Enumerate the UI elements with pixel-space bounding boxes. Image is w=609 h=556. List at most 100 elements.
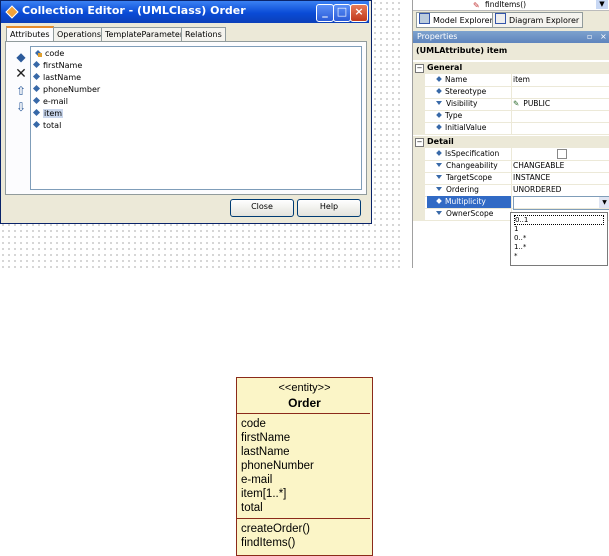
tab-model-explorer[interactable]: Model Explorer [416, 12, 497, 28]
explorer-tree-tail: ✎ findItems() ▼ [413, 0, 609, 11]
property-name: Multiplicity [445, 197, 486, 206]
list-item[interactable]: total [32, 120, 62, 132]
dialog-titlebar[interactable]: Collection Editor - (UMLClass) Order _ □… [1, 1, 369, 23]
delete-icon[interactable]: ✕ [12, 66, 30, 82]
help-button[interactable]: Help [297, 199, 361, 217]
dropdown-option[interactable]: 0..* [514, 234, 526, 242]
dropdown-arrow-icon [436, 101, 442, 105]
tab-diagram-explorer[interactable]: Diagram Explorer [492, 12, 584, 28]
dropdown-option[interactable]: 1..* [514, 243, 526, 251]
dropdown-arrow-icon [436, 175, 442, 179]
list-item[interactable]: firstName [32, 60, 82, 72]
dropdown-option[interactable]: 0..1 [514, 215, 604, 225]
list-item-selected[interactable]: item [32, 108, 64, 120]
property-row[interactable]: InitialValue [413, 122, 609, 135]
collapse-icon[interactable]: − [415, 64, 424, 73]
dropdown-option[interactable]: 1 [514, 225, 518, 233]
properties-header: Properties ▫ × [413, 31, 609, 43]
attribute-label: item [43, 109, 64, 118]
compartment-divider [237, 518, 370, 519]
list-item[interactable]: lastName [32, 72, 82, 84]
attribute-icon [32, 84, 41, 93]
compartment-divider [237, 413, 370, 414]
uml-class-box[interactable]: <<entity>> Order code firstName lastName… [236, 377, 373, 556]
app-icon [5, 5, 19, 19]
property-value[interactable] [513, 110, 609, 122]
move-up-icon[interactable]: ⇧ [12, 84, 30, 98]
property-icon [436, 198, 442, 204]
category-label: General [427, 63, 463, 72]
class-attribute: lastName [241, 446, 290, 458]
dropdown-arrow-icon [436, 163, 442, 167]
property-value[interactable] [513, 122, 609, 134]
property-name: Name [445, 75, 468, 84]
property-name: Changeability [446, 161, 498, 170]
property-name: InitialValue [445, 123, 487, 132]
move-down-icon[interactable]: ⇩ [12, 100, 30, 114]
attribute-label: lastName [43, 73, 82, 82]
property-value[interactable]: INSTANCE [513, 172, 609, 184]
dropdown-option[interactable]: * [514, 252, 518, 260]
property-value[interactable]: CHANGEABLE [513, 160, 609, 172]
dropdown-arrow-icon [436, 187, 442, 191]
attribute-label: e-mail [43, 97, 68, 106]
list-item[interactable]: phoneNumber [32, 84, 100, 96]
class-attribute: item[1..*] [241, 488, 287, 500]
property-icon [436, 76, 442, 82]
add-icon[interactable]: ◆ [12, 50, 30, 64]
category-label: Detail [427, 137, 454, 146]
tab-operations[interactable]: Operations [53, 27, 105, 42]
class-operation: createOrder() [241, 523, 311, 535]
object-title: (UMLAttribute) item [413, 44, 609, 58]
property-value[interactable]: item [513, 74, 609, 86]
attribute-icon [32, 120, 41, 129]
visibility-icon: ✎ [513, 99, 520, 108]
chevron-down-icon[interactable]: ▼ [599, 197, 609, 208]
class-attribute: firstName [241, 432, 291, 444]
attribute-label: code [45, 49, 65, 58]
category-general[interactable]: − General [413, 62, 609, 74]
maximize-button[interactable]: □ [333, 4, 351, 22]
tab-template-parameters[interactable]: TemplateParameters [101, 27, 192, 42]
pin-icon[interactable]: ▫ [587, 31, 592, 43]
property-name: IsSpecification [445, 149, 500, 158]
class-name: Order [288, 396, 321, 410]
properties-title: Properties [417, 32, 458, 41]
class-attribute: total [241, 502, 263, 514]
class-operation: findItems() [241, 537, 296, 549]
close-window-button[interactable]: × [350, 4, 368, 22]
minimize-icon: _ [322, 5, 328, 18]
tab-relations[interactable]: Relations [181, 27, 226, 42]
property-name: TargetScope [446, 173, 493, 182]
attribute-icon [32, 96, 41, 105]
diagram-explorer-icon [495, 13, 506, 24]
property-name: Type [445, 111, 463, 120]
attribute-icon [32, 108, 41, 117]
property-value[interactable] [513, 148, 609, 160]
property-value[interactable]: UNORDERED [513, 184, 609, 196]
property-value[interactable] [513, 86, 609, 98]
close-pane-icon[interactable]: × [600, 31, 607, 43]
list-item[interactable]: code [34, 48, 64, 60]
property-value[interactable]: ✎ PUBLIC [513, 98, 609, 110]
collapse-icon[interactable]: − [415, 138, 424, 147]
attribute-icon [32, 72, 41, 81]
property-icon [436, 112, 442, 118]
is-specification-checkbox[interactable] [557, 149, 567, 159]
property-icon [436, 150, 442, 156]
scroll-down-icon[interactable]: ▼ [596, 0, 608, 9]
attribute-icon [32, 60, 41, 69]
list-item[interactable]: e-mail [32, 96, 68, 108]
property-name: OwnerScope [446, 209, 494, 218]
minimize-button[interactable]: _ [316, 4, 334, 22]
category-detail[interactable]: − Detail [413, 136, 609, 148]
attribute-list[interactable]: code firstName lastName phoneNumber e-ma… [30, 46, 362, 190]
close-icon: × [354, 5, 364, 18]
tree-item-label[interactable]: findItems() [485, 0, 526, 9]
attributes-panel: ◆ ✕ ⇧ ⇩ code firstName lastName phoneNum… [5, 41, 367, 195]
class-attribute-icon [34, 49, 42, 57]
multiplicity-dropdown[interactable]: 0..1 1 0..* 1..* * [510, 212, 608, 266]
class-attribute: phoneNumber [241, 460, 314, 472]
attribute-label: total [43, 121, 62, 130]
close-button[interactable]: Close [230, 199, 294, 217]
